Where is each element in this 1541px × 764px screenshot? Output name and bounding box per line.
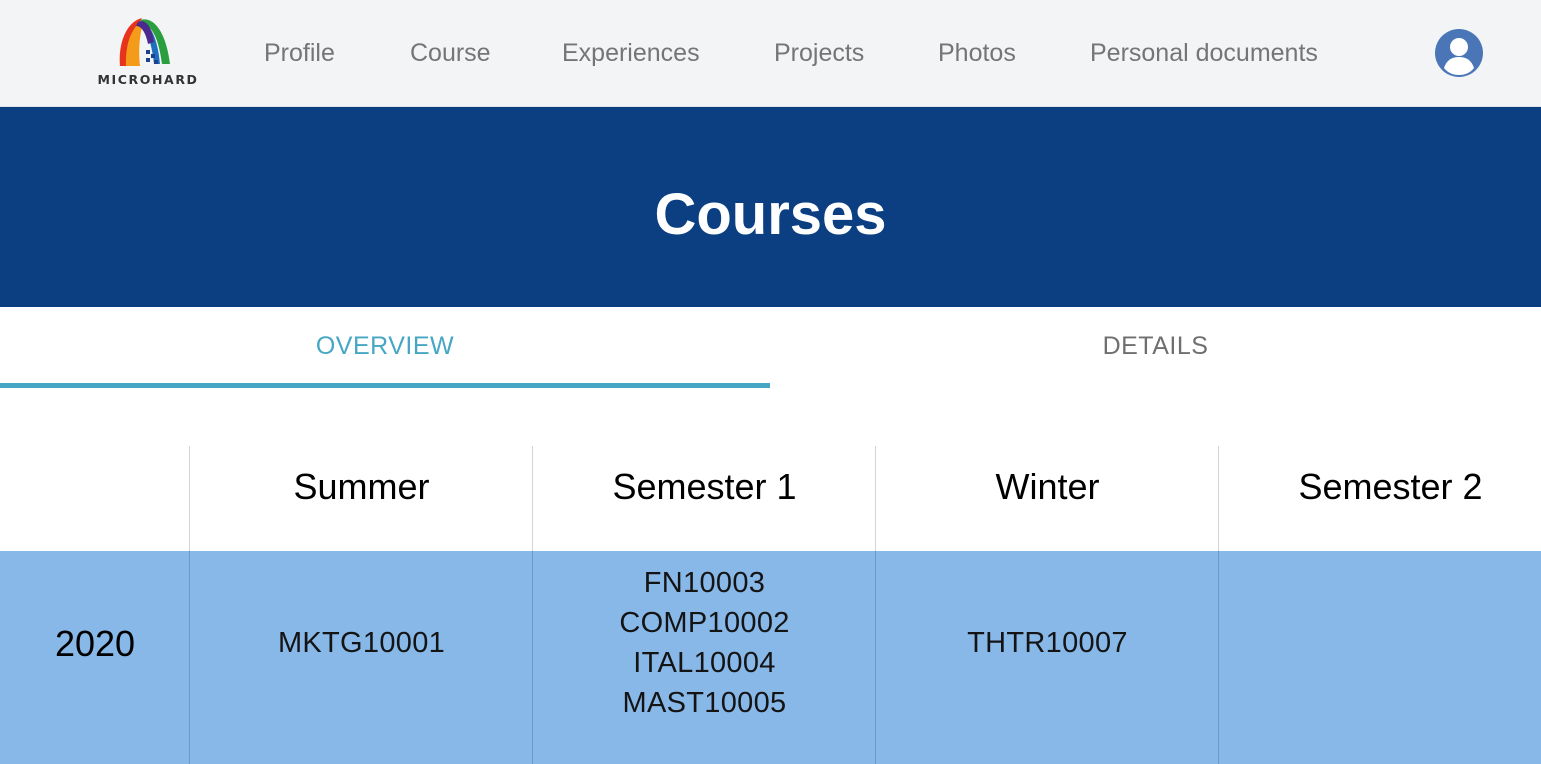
nav-photos[interactable]: Photos <box>938 34 1016 72</box>
nav-experiences[interactable]: Experiences <box>562 34 700 72</box>
nav-profile[interactable]: Profile <box>264 34 335 72</box>
tab-bar: OVERVIEW DETAILS <box>0 307 1541 389</box>
course-code[interactable]: ITAL10004 <box>533 643 876 683</box>
course-code[interactable]: COMP10002 <box>533 603 876 643</box>
tab-overview[interactable]: OVERVIEW <box>0 307 770 389</box>
course-code[interactable]: MAST10005 <box>533 683 876 723</box>
table-row: 2020 MKTG10001 FN10003 COMP10002 ITAL100… <box>0 551 1541 764</box>
column-divider <box>189 446 190 551</box>
logo-rainbow-icon <box>119 18 170 66</box>
course-table: Summer Semester 1 Winter Semester 2 2020… <box>0 446 1541 764</box>
summer-courses-cell: MKTG10001 <box>190 623 533 663</box>
logo-text: MICROHARD <box>97 72 199 87</box>
column-header-semester-1: Semester 1 <box>612 466 797 507</box>
year-cell: 2020 <box>54 623 136 664</box>
course-code[interactable]: FN10003 <box>533 563 876 603</box>
column-divider <box>875 446 876 551</box>
column-divider <box>532 446 533 551</box>
column-header-summer: Summer <box>293 466 430 507</box>
nav-personal-documents[interactable]: Personal documents <box>1090 34 1318 72</box>
user-avatar[interactable] <box>1434 28 1484 78</box>
active-tab-indicator <box>0 383 770 388</box>
nav-projects[interactable]: Projects <box>774 34 864 72</box>
column-divider <box>1218 446 1219 551</box>
column-header-semester-2: Semester 2 <box>1298 466 1483 507</box>
winter-courses-cell: THTR10007 <box>876 623 1219 663</box>
semester-1-courses-cell: FN10003 COMP10002 ITAL10004 MAST10005 <box>533 563 876 723</box>
page-banner: Courses <box>0 107 1541 307</box>
course-code[interactable]: THTR10007 <box>876 623 1219 663</box>
user-circle-icon <box>1435 29 1483 77</box>
nav-course[interactable]: Course <box>410 34 491 72</box>
top-navbar: MICROHARD Profile Course Experiences Pro… <box>0 0 1541 107</box>
microhard-logo[interactable]: MICROHARD <box>88 14 208 92</box>
column-header-winter: Winter <box>995 466 1100 507</box>
tab-details[interactable]: DETAILS <box>770 307 1541 389</box>
page-title: Courses <box>654 182 887 247</box>
course-code[interactable]: MKTG10001 <box>190 623 533 663</box>
